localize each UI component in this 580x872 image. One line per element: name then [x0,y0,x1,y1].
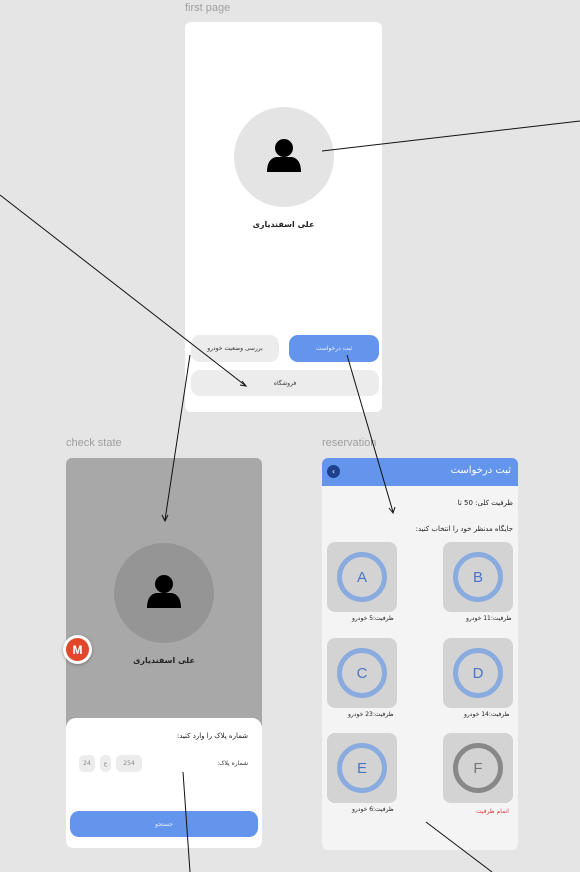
connector-line [0,194,247,387]
connector-line [182,771,191,872]
connector-line [164,354,191,521]
connector-line [346,354,394,513]
connector-line [425,821,493,872]
connector-line [321,120,580,152]
prototype-connections [0,120,580,872]
